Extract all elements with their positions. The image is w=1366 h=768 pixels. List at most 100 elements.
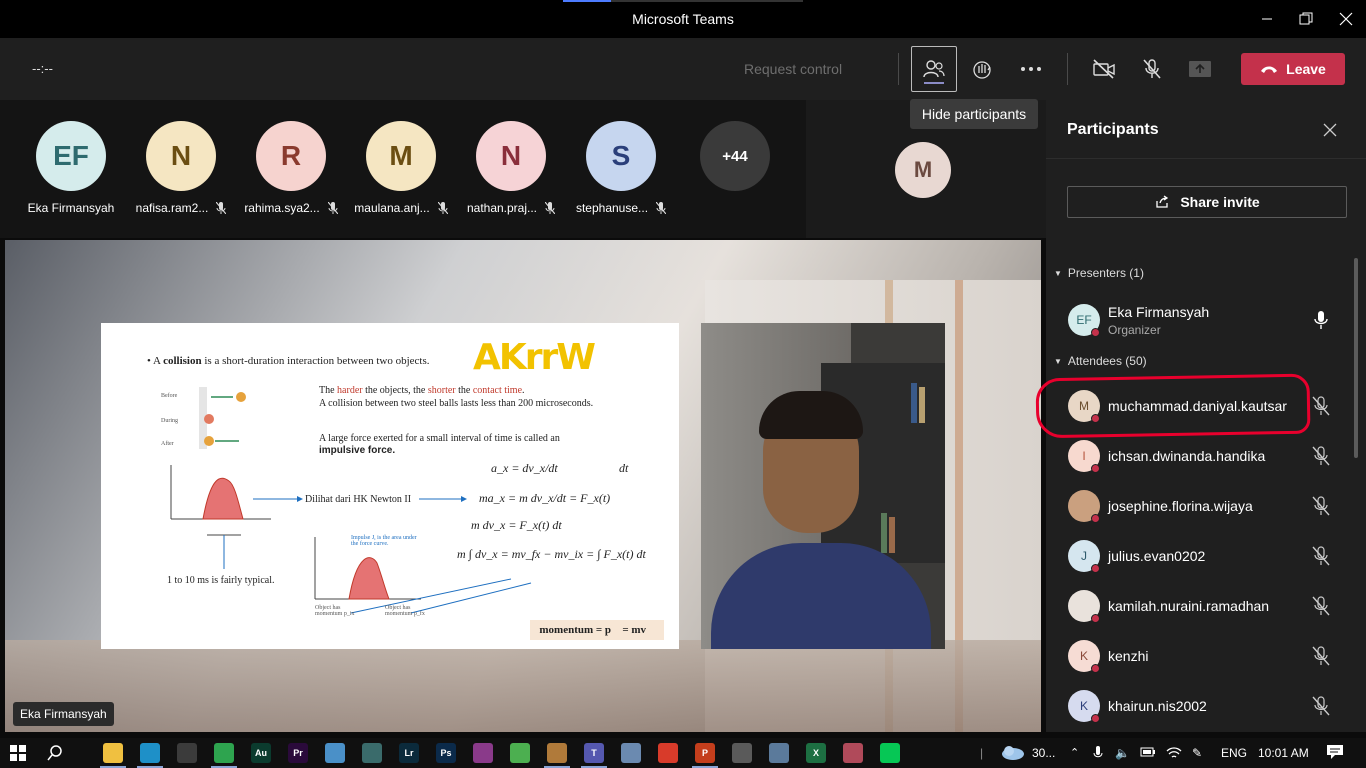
weather-icon[interactable] [1000, 743, 1026, 764]
app-icon[interactable] [547, 743, 567, 763]
slide-label: During [161, 418, 178, 424]
close-panel-button[interactable] [1320, 120, 1340, 140]
chevron-up-icon[interactable]: ⌃ [1070, 746, 1079, 759]
store-icon[interactable] [177, 743, 197, 763]
participants-icon [923, 60, 945, 78]
attendee-row[interactable]: kamilah.nuraini.ramadhan [1046, 581, 1356, 631]
status-badge [1091, 714, 1100, 723]
attendee-row[interactable]: Kkhairun.nis2002 [1046, 681, 1356, 731]
mic-toggle-button[interactable] [1129, 46, 1175, 92]
participant-name: maulana.anj... [346, 201, 456, 215]
restore-icon [1299, 12, 1313, 25]
show-participants-button[interactable] [911, 46, 957, 92]
section-label: Attendees (50) [1067, 354, 1147, 368]
avatar: EF [36, 121, 106, 191]
arrow-decor [253, 496, 467, 502]
excel-icon[interactable]: X [806, 743, 826, 763]
utorrent-icon[interactable] [510, 743, 530, 763]
chrome-icon[interactable] [214, 743, 234, 763]
photos-icon[interactable] [843, 743, 863, 763]
handwritten-annotation: AKrrW [473, 337, 596, 378]
presenter-video [701, 323, 945, 649]
premiere-icon[interactable]: Pr [288, 743, 308, 763]
audition-icon[interactable]: Au [251, 743, 271, 763]
slide-label: After [161, 441, 174, 447]
mic-off-icon [1143, 59, 1161, 79]
participant-tile[interactable]: Nnathan.praj... [456, 121, 566, 221]
presenters-section-toggle[interactable]: ▼ Presenters (1) [1054, 266, 1144, 280]
background-decor [5, 640, 1041, 732]
battery-icon[interactable] [1140, 746, 1156, 761]
tray-separator: | [980, 746, 984, 760]
participant-name: khairun.nis2002 [1108, 698, 1207, 714]
mic-off-icon [1312, 646, 1330, 666]
participant-name-text: nathan.praj... [466, 201, 538, 215]
toolbar-divider [898, 53, 899, 85]
status-badge [1091, 664, 1100, 673]
participant-tile[interactable]: EF Eka Firmansyah [16, 121, 126, 221]
hang-up-icon [1261, 66, 1278, 73]
line-icon[interactable] [880, 743, 900, 763]
raise-hand-button[interactable] [960, 46, 1006, 92]
photoshop-icon[interactable]: Ps [436, 743, 456, 763]
acrobat-icon[interactable] [658, 743, 678, 763]
close-icon [1323, 123, 1337, 137]
red-circle-annotation [1035, 373, 1311, 439]
winrar-icon[interactable] [473, 743, 493, 763]
attendees-section-toggle[interactable]: ▼ Attendees (50) [1054, 354, 1147, 368]
edge-icon[interactable] [140, 743, 160, 763]
search-button[interactable] [45, 743, 65, 763]
lightroom-icon[interactable]: Lr [399, 743, 419, 763]
shared-content-stage: • A collision is a short-duration intera… [5, 240, 1041, 732]
participant-tile[interactable]: Mmaulana.anj... [346, 121, 456, 221]
share-invite-button[interactable]: Share invite [1067, 186, 1347, 218]
more-actions-button[interactable] [1008, 46, 1054, 92]
volume-icon[interactable]: 🔈 [1115, 746, 1130, 760]
slide-label: Object has momentum p_ix [315, 605, 355, 617]
attendee-row[interactable]: josephine.florina.wijaya [1046, 481, 1356, 531]
participant-tile[interactable]: Rrahima.sya2... [236, 121, 346, 221]
minimize-button[interactable] [1253, 6, 1281, 32]
notepad-icon[interactable] [325, 743, 345, 763]
language-indicator[interactable]: ENG [1221, 746, 1247, 760]
mic-tray-icon[interactable] [1093, 746, 1103, 763]
pen-icon[interactable]: ✎ [1192, 746, 1202, 760]
window-title: Microsoft Teams [632, 11, 734, 27]
attendee-row[interactable]: Iichsan.dwinanda.handika [1046, 431, 1356, 481]
paint-icon[interactable] [621, 743, 641, 763]
network-app-icon[interactable] [769, 743, 789, 763]
share-tray-button[interactable] [1177, 46, 1223, 92]
audio-icon[interactable] [732, 743, 752, 763]
attendee-row[interactable]: Kkenzhi [1046, 631, 1356, 681]
restore-button[interactable] [1292, 6, 1320, 32]
network-icon[interactable] [1166, 746, 1182, 763]
chevron-down-icon: ▼ [1054, 268, 1062, 278]
participant-name: kamilah.nuraini.ramadhan [1108, 598, 1270, 614]
leave-button[interactable]: Leave [1241, 53, 1345, 85]
camera-toggle-button[interactable] [1081, 46, 1127, 92]
request-control-button[interactable]: Request control [744, 61, 842, 77]
presenter-row[interactable]: EF Eka Firmansyah Organizer [1046, 295, 1356, 345]
overflow-participants-tile[interactable]: +44 [680, 121, 790, 221]
windows-taskbar: Au Pr Lr Ps T P X | 30... ⌃ 🔈 ✎ ENG 10:01 AM [0, 738, 1366, 768]
file-explorer-icon[interactable] [103, 743, 123, 763]
powerpoint-icon[interactable]: P [695, 743, 715, 763]
start-button[interactable] [8, 743, 28, 763]
weather-temp[interactable]: 30... [1032, 746, 1055, 760]
slide-text: is a short-duration interaction between … [201, 355, 430, 367]
presentation-slide: • A collision is a short-duration intera… [101, 323, 679, 649]
clock[interactable]: 10:01 AM [1258, 746, 1309, 760]
panel-scrollbar[interactable] [1354, 258, 1358, 458]
media-icon[interactable] [362, 743, 382, 763]
notifications-button[interactable] [1326, 744, 1344, 763]
attendee-row[interactable]: Jjulius.evan0202 [1046, 531, 1356, 581]
windows-logo-icon [10, 745, 26, 761]
mic-off-icon [1312, 496, 1330, 516]
teams-icon[interactable]: T [584, 743, 604, 763]
mic-off-icon [327, 202, 338, 214]
share-icon [1156, 195, 1169, 208]
participant-tile[interactable]: Sstephanuse... [566, 121, 676, 221]
participant-tile[interactable]: Nnafisa.ram2... [126, 121, 236, 221]
close-window-button[interactable] [1332, 6, 1360, 32]
overflow-count[interactable]: +44 [700, 121, 770, 191]
